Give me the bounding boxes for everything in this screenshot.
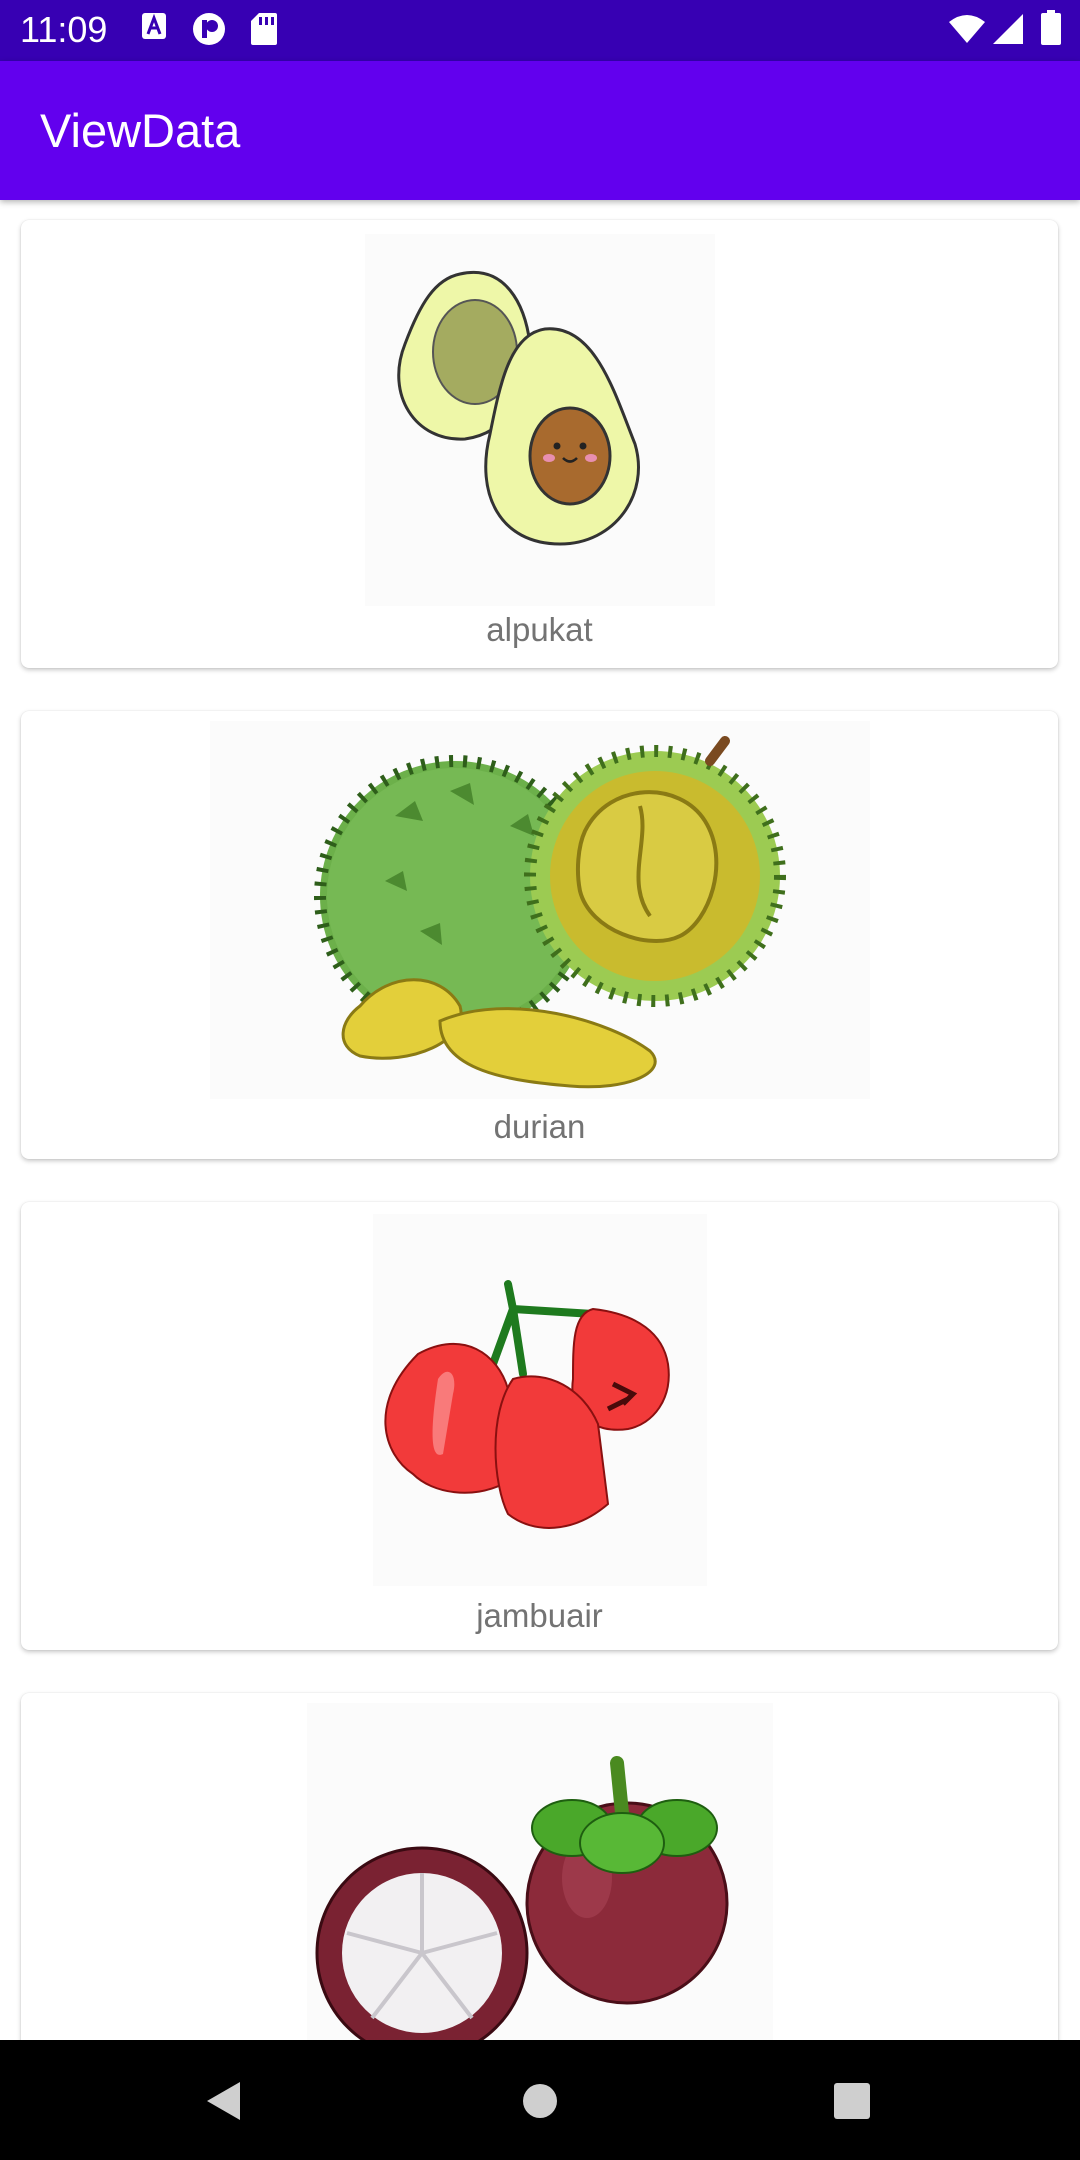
recents-icon[interactable] bbox=[833, 2082, 871, 2120]
back-icon[interactable] bbox=[204, 2080, 244, 2122]
mangosteen-image bbox=[307, 1703, 773, 2040]
avocado-image bbox=[365, 234, 715, 606]
sd-card-icon bbox=[251, 13, 277, 45]
status-time: 11:09 bbox=[20, 9, 108, 50]
list-item[interactable]: alpukat bbox=[21, 220, 1058, 668]
battery-icon bbox=[1041, 10, 1061, 45]
fruit-list[interactable]: alpukat durian jambuair bbox=[0, 200, 1080, 2040]
water-apple-image bbox=[373, 1214, 707, 1586]
durian-image bbox=[210, 721, 870, 1099]
navigation-bar bbox=[0, 2040, 1080, 2160]
signal-icon bbox=[993, 14, 1023, 44]
status-bar: 11:09 bbox=[0, 0, 1080, 61]
app-title: ViewData bbox=[40, 104, 241, 157]
list-item[interactable]: jambuair bbox=[21, 1202, 1058, 1650]
list-item[interactable]: durian bbox=[21, 711, 1058, 1159]
app-bar: ViewData bbox=[0, 61, 1080, 200]
list-item[interactable] bbox=[21, 1693, 1058, 2040]
item-label: jambuair bbox=[476, 1597, 603, 1634]
item-label: durian bbox=[493, 1108, 586, 1145]
home-icon[interactable] bbox=[521, 2082, 559, 2120]
wifi-icon bbox=[949, 15, 985, 43]
item-label: alpukat bbox=[486, 611, 593, 648]
p-icon bbox=[193, 13, 225, 45]
a-icon bbox=[142, 13, 166, 39]
